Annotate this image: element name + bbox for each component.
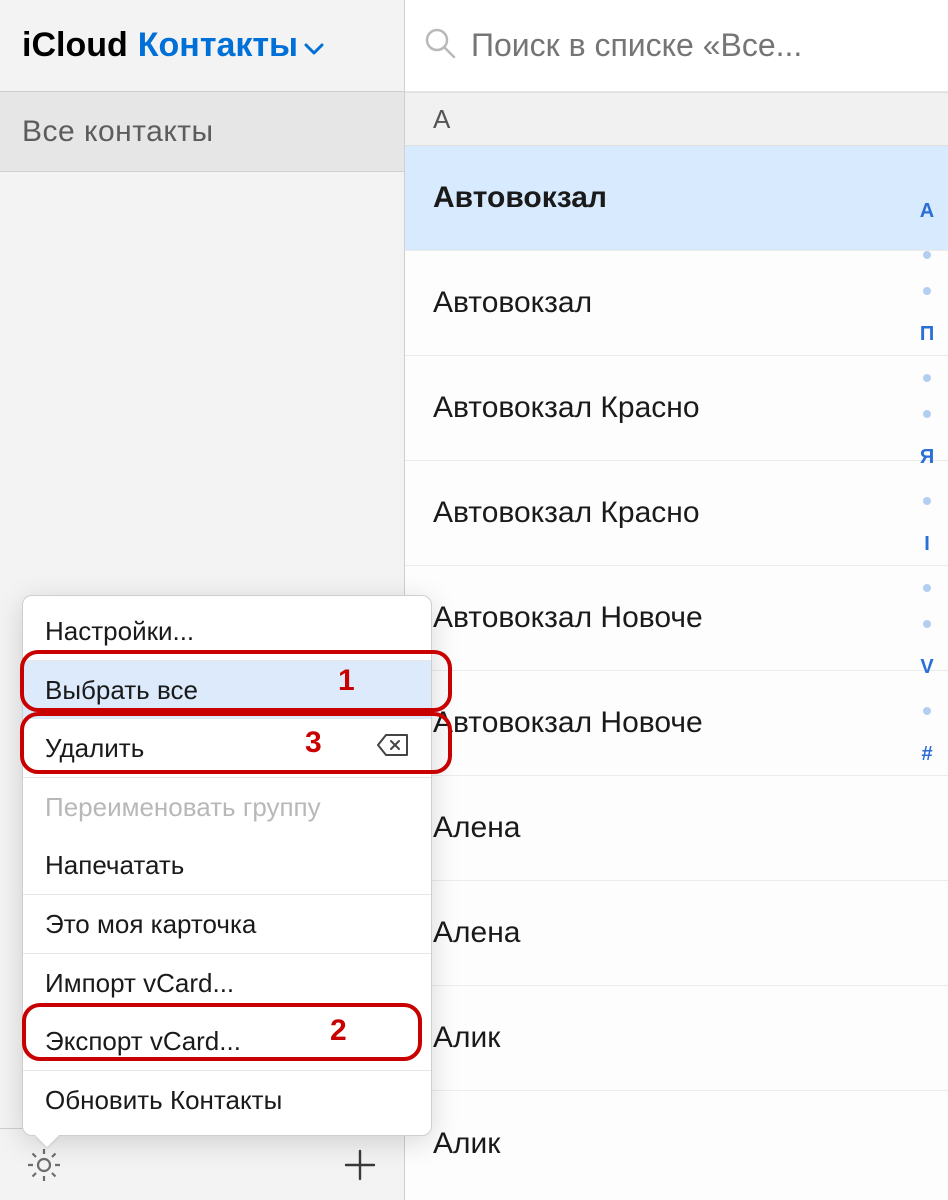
- search-bar: [405, 0, 948, 92]
- contact-row[interactable]: Автовокзал Новоче: [405, 671, 948, 776]
- index-dot: [923, 497, 931, 505]
- index-dot: [923, 410, 931, 418]
- menu-item[interactable]: Настройки...: [23, 602, 431, 660]
- backspace-icon: [377, 733, 409, 764]
- contact-name: Автовокзал Красно: [433, 496, 700, 530]
- sidebar-item-label: Все контакты: [22, 115, 214, 149]
- index-dot: [923, 707, 931, 715]
- chevron-down-icon: [304, 26, 324, 65]
- sidebar-footer: [0, 1128, 404, 1200]
- menu-item-label: Обновить Контакты: [45, 1085, 282, 1116]
- menu-item-label: Экспорт vCard...: [45, 1026, 241, 1057]
- menu-item-label: Переименовать группу: [45, 792, 321, 823]
- index-dot: [923, 620, 931, 628]
- contact-row[interactable]: Автовокзал Новоче: [405, 566, 948, 671]
- contact-row[interactable]: Алик: [405, 986, 948, 1091]
- menu-item[interactable]: Напечатать: [23, 836, 431, 894]
- index-letter[interactable]: V: [920, 656, 933, 679]
- contact-name: Автовокзал Новоче: [433, 706, 703, 740]
- contact-name: Алена: [433, 811, 520, 845]
- index-dot: [923, 251, 931, 259]
- menu-item[interactable]: Удалить: [23, 719, 431, 777]
- menu-item[interactable]: Обновить Контакты: [23, 1071, 431, 1129]
- contact-name: Автовокзал Красно: [433, 391, 700, 425]
- contact-name: Алик: [433, 1021, 500, 1055]
- menu-item-label: Импорт vCard...: [45, 968, 234, 999]
- search-input[interactable]: [471, 27, 930, 64]
- menu-item[interactable]: Это моя карточка: [23, 895, 431, 953]
- search-icon: [423, 26, 457, 65]
- contact-name: Автовокзал: [433, 286, 592, 320]
- app-switcher-dropdown[interactable]: Контакты: [138, 26, 324, 65]
- dropdown-label: Контакты: [138, 26, 298, 65]
- contact-row[interactable]: Алена: [405, 776, 948, 881]
- menu-item-label: Настройки...: [45, 616, 194, 647]
- index-letter[interactable]: I: [924, 533, 930, 556]
- index-dot: [923, 584, 931, 592]
- index-rail[interactable]: А П Я I V #: [912, 200, 942, 766]
- sidebar-header: iCloud Контакты: [0, 0, 404, 92]
- contact-list: Автовокзал Автовокзал Автовокзал Красно Авт…: [405, 146, 948, 1200]
- plus-icon[interactable]: [340, 1145, 380, 1185]
- index-letter[interactable]: П: [920, 323, 934, 346]
- settings-menu: Настройки... Выбрать все Удалить Переименов…: [22, 595, 432, 1136]
- menu-item-label: Это моя карточка: [45, 909, 256, 940]
- index-dot: [923, 374, 931, 382]
- index-dot: [923, 287, 931, 295]
- contact-row[interactable]: Алена: [405, 881, 948, 986]
- sidebar-item-all-contacts[interactable]: Все контакты: [0, 92, 404, 172]
- contact-name: Автовокзал Новоче: [433, 601, 703, 635]
- contact-name: Алена: [433, 916, 520, 950]
- contact-row[interactable]: Автовокзал: [405, 146, 948, 251]
- section-letter: А: [405, 92, 948, 146]
- menu-item-label: Выбрать все: [45, 675, 198, 706]
- index-letter[interactable]: Я: [920, 446, 934, 469]
- index-letter[interactable]: А: [920, 200, 934, 223]
- index-letter[interactable]: #: [921, 743, 932, 766]
- menu-item[interactable]: Экспорт vCard...: [23, 1012, 431, 1070]
- contact-row[interactable]: Автовокзал Красно: [405, 356, 948, 461]
- menu-item: Переименовать группу: [23, 778, 431, 836]
- contact-name: Автовокзал: [433, 181, 607, 215]
- menu-item[interactable]: Импорт vCard...: [23, 954, 431, 1012]
- main-panel: А АвтовокзалАвтовокзалАвтовокзал КрасноА…: [405, 0, 948, 1200]
- gear-icon[interactable]: [24, 1145, 64, 1185]
- contact-row[interactable]: Автовокзал: [405, 251, 948, 356]
- menu-item[interactable]: Выбрать все: [23, 661, 431, 719]
- menu-item-label: Напечатать: [45, 850, 184, 881]
- contact-row[interactable]: Алик: [405, 1091, 948, 1196]
- contact-row[interactable]: Автовокзал Красно: [405, 461, 948, 566]
- brand-label: iCloud: [22, 26, 128, 65]
- contact-name: Алик: [433, 1127, 500, 1161]
- menu-item-label: Удалить: [45, 733, 144, 764]
